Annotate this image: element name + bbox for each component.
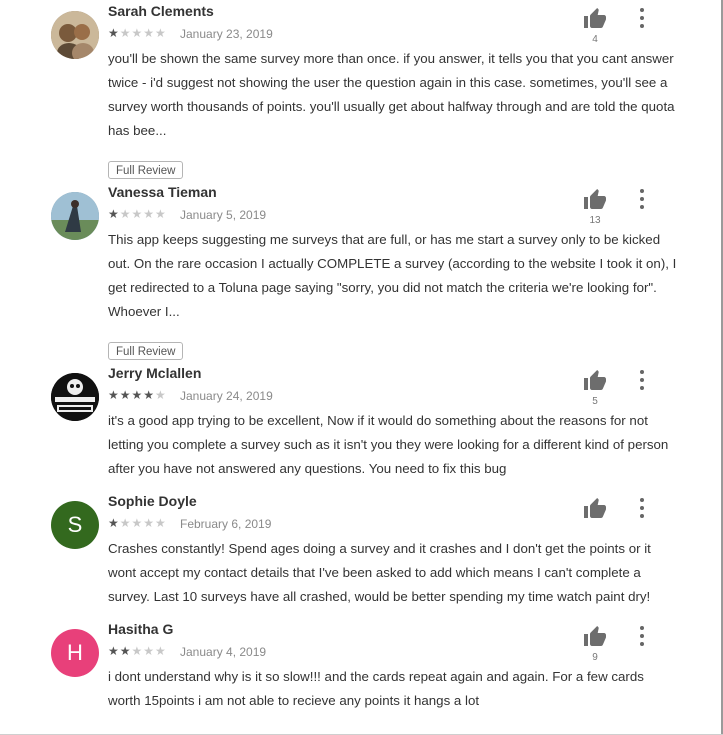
review-date: January 4, 2019 — [180, 645, 267, 659]
reviewer-name: Vanessa Tieman — [108, 184, 217, 200]
rock-logo-icon — [51, 373, 99, 421]
star-icon: ★ — [155, 388, 167, 402]
avatar-letter: H — [67, 640, 83, 665]
star-rating: ★★★★★ — [108, 644, 167, 658]
reviewer-name: Hasitha G — [108, 621, 174, 637]
like-count: 13 — [589, 215, 601, 226]
star-icon: ★★★ — [131, 644, 167, 658]
more-vert-icon[interactable] — [636, 498, 648, 518]
avatar[interactable] — [51, 192, 99, 240]
avatar[interactable]: H — [51, 629, 99, 677]
review-text: it's a good app trying to be excellent, … — [108, 413, 669, 476]
review-text: you'll be shown the same survey more tha… — [108, 51, 675, 138]
review-date: January 23, 2019 — [180, 27, 273, 41]
more-vert-icon[interactable] — [636, 8, 648, 28]
review-date: January 24, 2019 — [180, 389, 273, 403]
avatar-letter: S — [67, 512, 83, 537]
star-icon: ★★★★ — [119, 207, 167, 221]
star-rating: ★★★★★ — [108, 26, 167, 40]
reviewer-name: Sophie Doyle — [108, 493, 197, 509]
review-text: This app keeps suggesting me surveys tha… — [108, 232, 677, 319]
reviewer-name: Jerry Mclallen — [108, 365, 202, 381]
like-count: 5 — [592, 396, 598, 407]
like-count: 9 — [592, 652, 598, 663]
full-review-button[interactable]: Full Review — [108, 342, 184, 360]
like-count: 4 — [592, 34, 598, 45]
review-text: Crashes constantly! Spend ages doing a s… — [108, 541, 651, 604]
thumb-up-icon[interactable] — [582, 625, 608, 649]
star-rating: ★★★★★ — [108, 516, 167, 530]
review-text: i dont understand why is it so slow!!! a… — [108, 669, 644, 708]
thumb-up-icon[interactable] — [582, 369, 608, 393]
star-icon: ★★★★ — [119, 26, 167, 40]
thumb-up-icon[interactable] — [582, 188, 608, 212]
star-icon: ★★★★ — [108, 388, 156, 402]
star-icon: ★★ — [108, 644, 132, 658]
avatar[interactable] — [51, 11, 99, 59]
review-date: February 6, 2019 — [180, 517, 272, 531]
star-icon: ★★★★ — [119, 516, 167, 530]
avatar[interactable]: S — [51, 501, 99, 549]
more-vert-icon[interactable] — [636, 189, 648, 209]
star-icon: ★ — [108, 26, 120, 40]
avatar-photo-icon — [51, 11, 99, 59]
star-icon: ★ — [108, 207, 120, 221]
star-icon: ★ — [108, 516, 120, 530]
star-rating: ★★★★★ — [108, 388, 167, 402]
full-review-button[interactable]: Full Review — [108, 161, 184, 179]
thumb-up-icon[interactable] — [582, 497, 608, 521]
more-vert-icon[interactable] — [636, 370, 648, 390]
thumb-up-icon[interactable] — [582, 7, 608, 31]
review-date: January 5, 2019 — [180, 208, 267, 222]
star-rating: ★★★★★ — [108, 207, 167, 221]
avatar-photo-icon — [51, 192, 99, 240]
more-vert-icon[interactable] — [636, 626, 648, 646]
avatar[interactable] — [51, 373, 99, 421]
reviewer-name: Sarah Clements — [108, 3, 214, 19]
